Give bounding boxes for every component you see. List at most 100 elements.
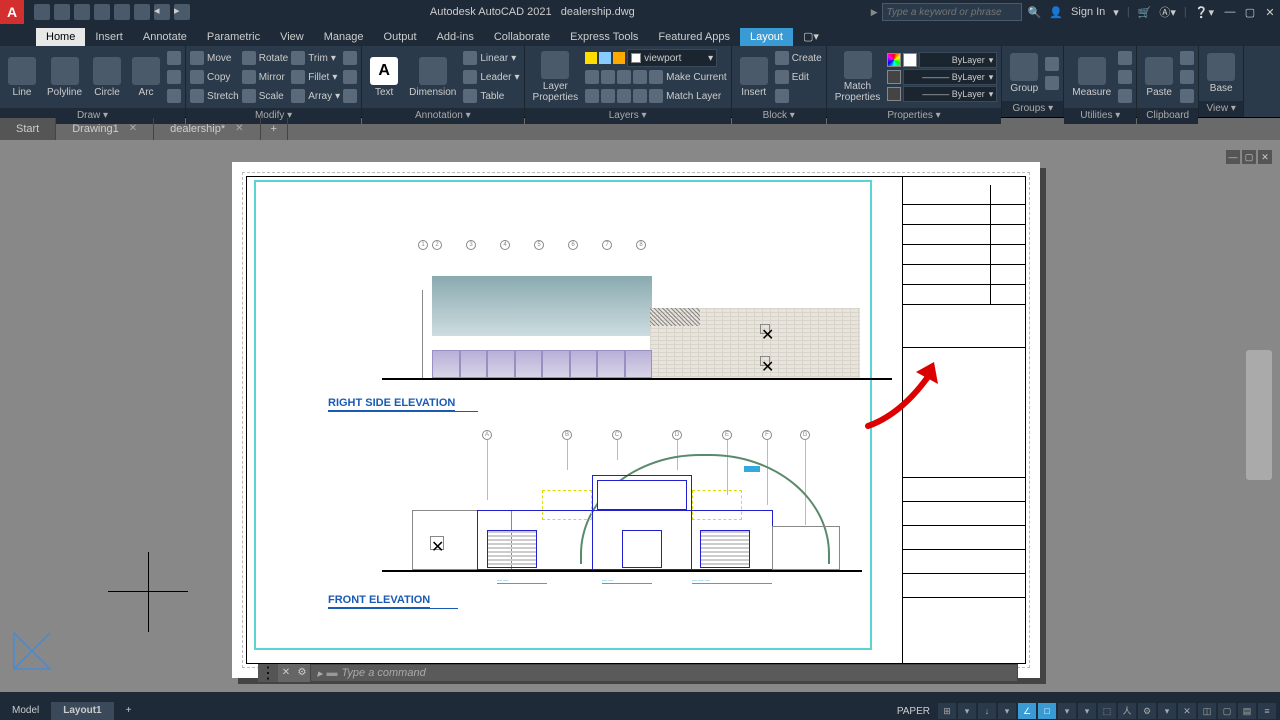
text-button[interactable]: AText	[366, 49, 402, 105]
share-icon[interactable]: Ⓐ▾	[1159, 4, 1176, 20]
tab-view[interactable]: View	[270, 28, 314, 46]
layer-properties-button[interactable]: Layer Properties	[529, 49, 583, 105]
ortho-toggle[interactable]: ↓	[978, 703, 996, 719]
polyline-button[interactable]: Polyline	[43, 49, 86, 105]
close-icon[interactable]: ✕	[235, 118, 243, 140]
move-button[interactable]: Move	[190, 49, 239, 67]
grid-toggle[interactable]: ⊞	[938, 703, 956, 719]
snap-toggle[interactable]: ▾	[958, 703, 976, 719]
match-properties-button[interactable]: Match Properties	[831, 49, 885, 105]
group-ext1[interactable]	[1045, 55, 1059, 73]
bulb-icon[interactable]	[585, 52, 597, 64]
tab-express[interactable]: Express Tools	[560, 28, 648, 46]
edit-button[interactable]: Edit	[775, 68, 822, 86]
base-button[interactable]: Base	[1203, 49, 1239, 98]
draw-ext1[interactable]	[167, 49, 181, 67]
file-tab-drawing1[interactable]: Drawing1✕	[56, 118, 154, 140]
layer-ext4[interactable]	[633, 68, 647, 86]
drawing-canvas[interactable]: — ▢ ✕ 1 2 3 4 5 6 7 8 ✕ ✕	[0, 140, 1280, 692]
tab-extra[interactable]: ▢▾	[793, 27, 829, 46]
layer-ext6[interactable]	[601, 87, 615, 105]
array-button[interactable]: Array▾	[291, 87, 340, 105]
tab-collaborate[interactable]: Collaborate	[484, 28, 560, 46]
layer-ext5[interactable]	[585, 87, 599, 105]
paper-space[interactable]: 1 2 3 4 5 6 7 8 ✕ ✕ RIGHT SIDE ELEVATION	[232, 162, 1040, 678]
tab-parametric[interactable]: Parametric	[197, 28, 270, 46]
create-button[interactable]: Create	[775, 49, 822, 67]
color-dropdown[interactable]: ByLayer▾	[919, 52, 997, 68]
navigation-bar[interactable]	[1246, 350, 1272, 480]
layer-dropdown[interactable]: viewport▾	[627, 49, 717, 67]
cmd-grip-icon[interactable]: ⋮	[258, 664, 278, 682]
tab-layout[interactable]: Layout	[740, 28, 793, 46]
match-layer-button[interactable]: Match Layer	[649, 87, 721, 105]
cart-icon[interactable]: 🛒	[1138, 6, 1152, 19]
cmd-customize-button[interactable]: ⚙	[294, 664, 310, 682]
insert-button[interactable]: Insert	[736, 49, 772, 105]
clean-toggle[interactable]: ▤	[1238, 703, 1256, 719]
otrack-toggle[interactable]: □	[1038, 703, 1056, 719]
linear-button[interactable]: Linear▾	[463, 49, 519, 67]
anno-toggle[interactable]: 人	[1118, 703, 1136, 719]
tab-manage[interactable]: Manage	[314, 28, 374, 46]
table-button[interactable]: Table	[463, 87, 519, 105]
panel-title-view[interactable]: View ▾	[1199, 101, 1243, 117]
isolate-toggle[interactable]: ◫	[1198, 703, 1216, 719]
group-ext2[interactable]	[1045, 74, 1059, 92]
trim-button[interactable]: Trim▾	[291, 49, 340, 67]
layer-ext8[interactable]	[633, 87, 647, 105]
start-tab[interactable]: Start	[0, 118, 56, 140]
panel-title-properties[interactable]: Properties ▾	[827, 108, 1002, 124]
leader-button[interactable]: Leader▾	[463, 68, 519, 86]
polar-toggle[interactable]: ▾	[998, 703, 1016, 719]
layer-ext7[interactable]	[617, 87, 631, 105]
lock-toggle[interactable]: ✕	[1178, 703, 1196, 719]
signin-link[interactable]: Sign In	[1071, 6, 1105, 18]
panel-title-utilities[interactable]: Utilities ▾	[1064, 108, 1136, 124]
panel-title-groups[interactable]: Groups ▾	[1002, 101, 1063, 117]
util-ext2[interactable]	[1118, 68, 1132, 86]
save-icon[interactable]	[74, 4, 90, 20]
layout1-tab[interactable]: Layout1	[51, 702, 113, 720]
fillet-button[interactable]: Fillet▾	[291, 68, 340, 86]
measure-button[interactable]: Measure	[1068, 49, 1115, 105]
tab-annotate[interactable]: Annotate	[133, 28, 197, 46]
draw-ext3[interactable]	[167, 87, 181, 105]
stretch-button[interactable]: Stretch	[190, 87, 239, 105]
panel-title-annotation[interactable]: Annotation ▾	[362, 108, 523, 124]
saveas-icon[interactable]	[94, 4, 110, 20]
undo-icon[interactable]: ◂	[154, 4, 170, 20]
maximize-button[interactable]: ▢	[1240, 6, 1260, 19]
transparency-toggle[interactable]: ▾	[1078, 703, 1096, 719]
redo-icon[interactable]: ▸	[174, 4, 190, 20]
add-tab-button[interactable]: +	[261, 118, 288, 140]
layout-viewport[interactable]: 1 2 3 4 5 6 7 8 ✕ ✕ RIGHT SIDE ELEVATION	[254, 180, 872, 650]
color-swatch[interactable]	[903, 53, 917, 67]
modify-ext3[interactable]	[343, 87, 357, 105]
osnap-toggle[interactable]: ∠	[1018, 703, 1036, 719]
block-ext1[interactable]	[775, 87, 822, 105]
file-tab-dealership[interactable]: dealership*✕	[154, 118, 260, 140]
circle-button[interactable]: Circle	[89, 49, 125, 105]
linetype-dropdown[interactable]: ——— ByLayer▾	[903, 86, 997, 102]
modify-ext2[interactable]	[343, 68, 357, 86]
dimension-button[interactable]: Dimension	[405, 49, 460, 105]
cycling-toggle[interactable]: ⬚	[1098, 703, 1116, 719]
open-icon[interactable]	[54, 4, 70, 20]
search-input[interactable]	[882, 3, 1022, 21]
model-tab[interactable]: Model	[0, 702, 51, 720]
scale-button[interactable]: Scale	[242, 87, 288, 105]
min-viewport-button[interactable]: —	[1226, 150, 1240, 164]
tab-featured[interactable]: Featured Apps	[648, 28, 740, 46]
group-button[interactable]: Group	[1006, 49, 1042, 98]
print-icon[interactable]	[134, 4, 150, 20]
customize-toggle[interactable]: ≡	[1258, 703, 1276, 719]
util-ext3[interactable]	[1118, 87, 1132, 105]
freeze-icon[interactable]	[599, 52, 611, 64]
lineweight-dropdown[interactable]: ——— ByLayer▾	[903, 69, 997, 85]
make-current-button[interactable]: Make Current	[649, 68, 727, 86]
dropdown-icon[interactable]: ▾	[1113, 6, 1119, 19]
layer-ext1[interactable]	[585, 68, 599, 86]
cmd-close-button[interactable]: ✕	[278, 664, 294, 682]
minimize-button[interactable]: —	[1220, 6, 1240, 18]
